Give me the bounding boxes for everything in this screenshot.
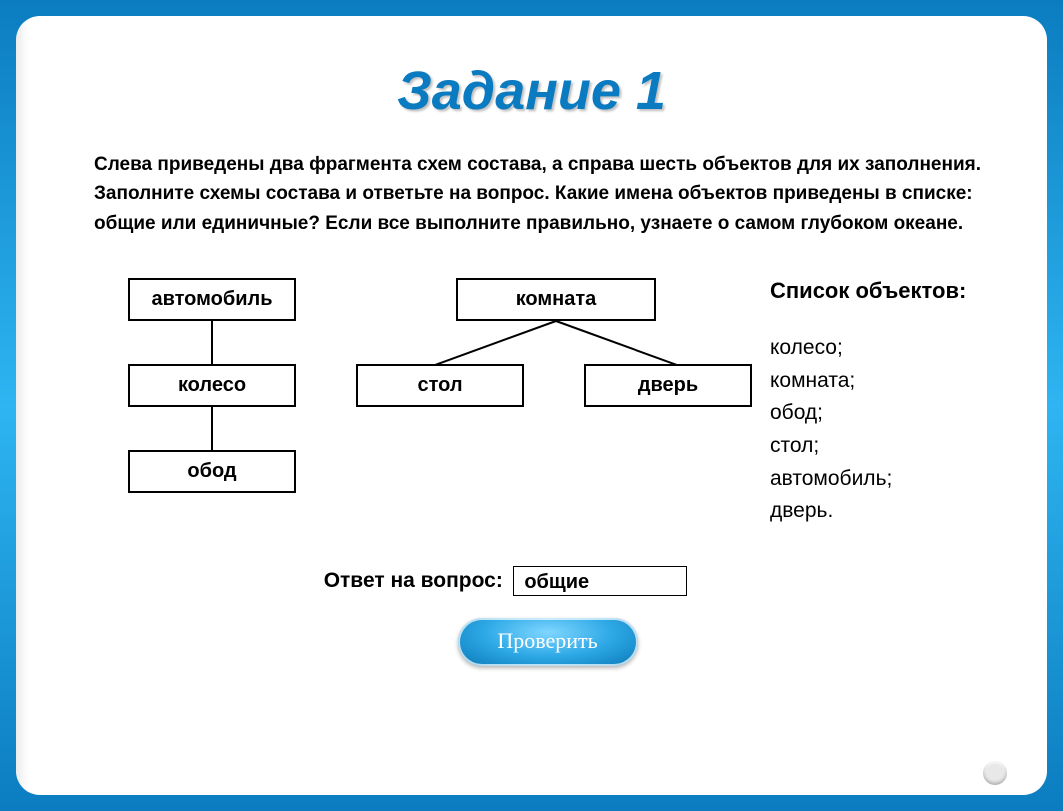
frame-left-shade	[16, 16, 28, 795]
connector-wheel-rim	[211, 406, 213, 450]
answer-input[interactable]: общие	[513, 566, 687, 596]
list-item: колесо;	[770, 332, 966, 365]
list-item: стол;	[770, 430, 966, 463]
node-door[interactable]: дверь	[584, 364, 752, 407]
task-description: Слева приведены два фрагмента схем соста…	[94, 150, 985, 238]
list-item: обод;	[770, 397, 966, 430]
list-item: комната;	[770, 365, 966, 398]
object-list: Список объектов: колесо; комната; обод; …	[770, 278, 966, 527]
node-wheel[interactable]: колесо	[128, 364, 296, 407]
copyright-icon	[983, 761, 1007, 785]
connector-room-door	[556, 320, 686, 369]
list-item: автомобиль;	[770, 463, 966, 496]
node-automobile[interactable]: автомобиль	[128, 278, 296, 321]
copyright-block	[983, 761, 1007, 785]
answer-row: Ответ на вопрос: общие	[16, 566, 1001, 596]
diagram-workspace: автомобиль колесо обод комната стол двер…	[78, 278, 1027, 608]
node-rim[interactable]: обод	[128, 450, 296, 493]
node-room[interactable]: комната	[456, 278, 656, 321]
connector-room-table	[426, 320, 556, 369]
object-list-title: Список объектов:	[770, 278, 966, 304]
connector-auto-wheel	[211, 320, 213, 364]
answer-label: Ответ на вопрос:	[324, 569, 503, 593]
check-button[interactable]: Проверить	[458, 618, 638, 666]
check-button-wrap: Проверить	[52, 618, 1043, 666]
node-table[interactable]: стол	[356, 364, 524, 407]
list-item: дверь.	[770, 495, 966, 528]
content-frame: Задание 1 Слева приведены два фрагмента …	[16, 16, 1047, 795]
object-list-items: колесо; комната; обод; стол; автомобиль;…	[770, 332, 966, 527]
task-title: Задание 1	[36, 60, 1027, 122]
